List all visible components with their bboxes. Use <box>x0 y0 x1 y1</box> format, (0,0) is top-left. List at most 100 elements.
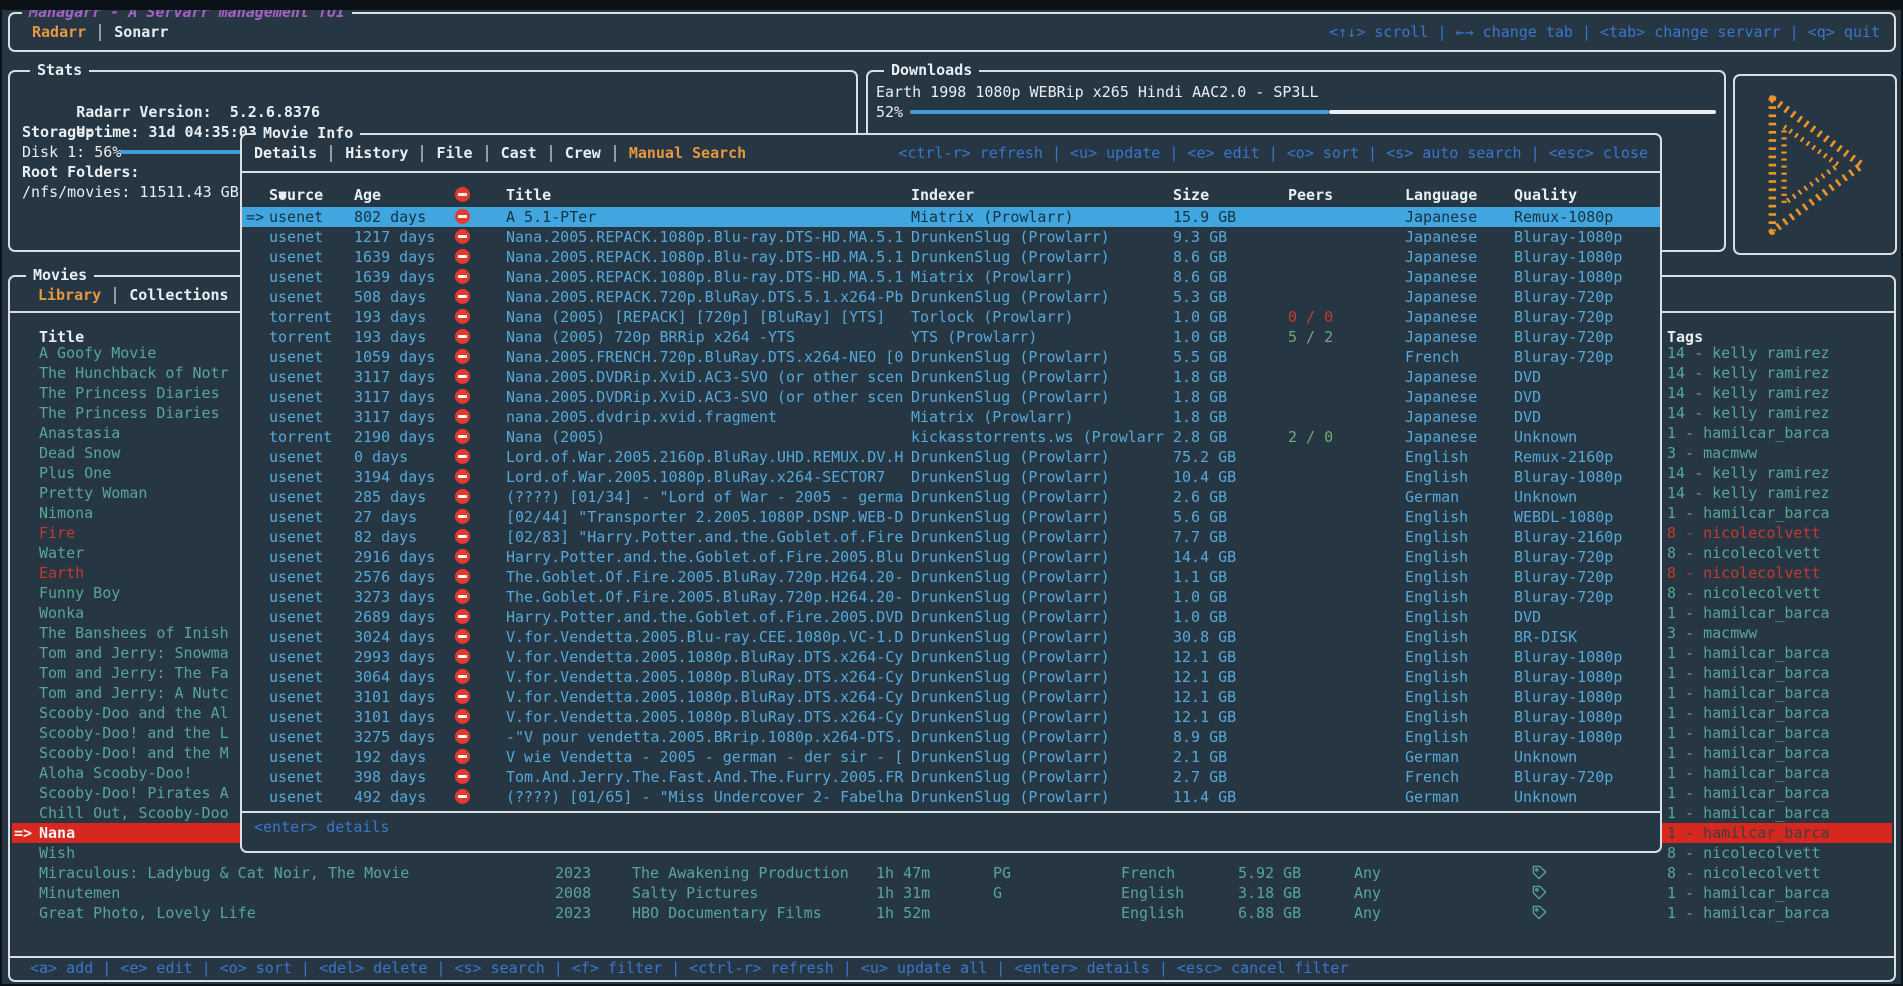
result-title: [02/44] "Transporter 2.2005.1080P.DSNP.W… <box>506 507 908 527</box>
result-quality: DVD <box>1514 367 1541 387</box>
search-result-row[interactable]: usenet3101 daysV.for.Vendetta.2005.1080p… <box>242 687 1660 707</box>
search-result-row[interactable]: usenet3117 daysNana.2005.DVDRip.XviD.AC3… <box>242 367 1660 387</box>
movies-tab-library[interactable]: Library <box>38 285 101 305</box>
search-result-row[interactable]: usenet1059 daysNana.2005.FRENCH.720p.Blu… <box>242 347 1660 367</box>
movie-year: 2008 <box>555 883 591 903</box>
search-result-row[interactable]: torrent193 daysNana (2005) 720p BRRip x2… <box>242 327 1660 347</box>
result-age: 2993 days <box>354 647 435 667</box>
result-language: Japanese <box>1405 267 1477 287</box>
result-source: usenet <box>269 247 323 267</box>
search-result-row[interactable]: usenet0 daysLord.of.War.2005.2160p.BluRa… <box>242 447 1660 467</box>
search-result-row[interactable]: usenet508 daysNana.2005.REPACK.720p.BluR… <box>242 287 1660 307</box>
result-age: 1217 days <box>354 227 435 247</box>
search-result-row[interactable]: usenet398 daysTom.And.Jerry.The.Fast.And… <box>242 767 1660 787</box>
rejected-icon <box>455 669 470 684</box>
movie-info-tab-manual-search[interactable]: Manual Search <box>629 143 746 163</box>
library-movie-row[interactable]: Miraculous: Ladybug & Cat Noir, The Movi… <box>12 863 1892 883</box>
result-size: 2.7 GB <box>1173 767 1227 787</box>
search-result-row[interactable]: usenet1217 daysNana.2005.REPACK.1080p.Bl… <box>242 227 1660 247</box>
column-header-source[interactable]: Source ▼ <box>269 185 278 205</box>
library-movie-row[interactable]: Great Photo, Lovely Life2023HBO Document… <box>12 903 1892 923</box>
result-indexer: DrunkenSlug (Prowlarr) <box>911 367 1169 387</box>
result-source: usenet <box>269 407 323 427</box>
search-result-row[interactable]: usenet27 days[02/44] "Transporter 2.2005… <box>242 507 1660 527</box>
search-result-row[interactable]: usenet2689 daysHarry.Potter.and.the.Gobl… <box>242 607 1660 627</box>
movie-info-tab-crew[interactable]: Crew <box>565 143 601 163</box>
search-result-row[interactable]: usenet2576 daysThe.Goblet.Of.Fire.2005.B… <box>242 567 1660 587</box>
column-header-quality[interactable]: Quality <box>1514 185 1577 205</box>
search-result-row[interactable]: =>usenet802 daysA 5.1-PTerMiatrix (Prowl… <box>242 207 1660 227</box>
result-quality: Bluray-720p <box>1514 767 1613 787</box>
rejected-icon <box>455 349 470 364</box>
movie-tag: 8 - nicolecolvett <box>1667 583 1889 603</box>
movie-certification: G <box>993 883 1002 903</box>
search-result-row[interactable]: usenet3117 daysnana.2005.dvdrip.xvid.fra… <box>242 407 1660 427</box>
column-header-peers[interactable]: Peers <box>1288 185 1333 205</box>
column-header-indexer[interactable]: Indexer <box>911 185 974 205</box>
search-result-row[interactable]: usenet3024 daysV.for.Vendetta.2005.Blu-r… <box>242 627 1660 647</box>
search-result-row[interactable]: usenet3064 daysV.for.Vendetta.2005.1080p… <box>242 667 1660 687</box>
search-result-row[interactable]: usenet3101 daysV.for.Vendetta.2005.1080p… <box>242 707 1660 727</box>
result-source: usenet <box>269 227 323 247</box>
result-quality: Remux-2160p <box>1514 447 1613 467</box>
movie-info-tab-file[interactable]: File <box>436 143 472 163</box>
search-result-row[interactable]: usenet82 days[02/83] "Harry.Potter.and.t… <box>242 527 1660 547</box>
result-title: Nana.2005.REPACK.1080p.Blu-ray.DTS-HD.MA… <box>506 267 908 287</box>
root-folders-label: Root Folders: <box>22 162 139 182</box>
search-result-row[interactable]: usenet2993 daysV.for.Vendetta.2005.1080p… <box>242 647 1660 667</box>
library-movie-row[interactable]: Minutemen2008Salty Pictures1h 31mGEnglis… <box>12 883 1892 903</box>
result-indexer: DrunkenSlug (Prowlarr) <box>911 647 1169 667</box>
result-size: 12.1 GB <box>1173 687 1236 707</box>
search-result-row[interactable]: usenet192 daysV wie Vendetta - 2005 - ge… <box>242 747 1660 767</box>
search-result-row[interactable]: usenet2916 daysHarry.Potter.and.the.Gobl… <box>242 547 1660 567</box>
movie-tag: 1 - hamilcar_barca <box>1667 683 1889 703</box>
result-size: 1.1 GB <box>1173 567 1227 587</box>
logo-panel <box>1733 74 1897 255</box>
search-result-row[interactable]: torrent193 daysNana (2005) [REPACK] [720… <box>242 307 1660 327</box>
search-result-row[interactable]: usenet492 days(????) [01/65] - "Miss Und… <box>242 787 1660 807</box>
movie-info-tab-cast[interactable]: Cast <box>501 143 537 163</box>
rejected-icon <box>455 329 470 344</box>
column-header-age[interactable]: Age <box>354 185 381 205</box>
movies-tab-collections[interactable]: Collections <box>129 285 228 305</box>
result-language: English <box>1405 627 1468 647</box>
result-indexer: DrunkenSlug (Prowlarr) <box>911 547 1169 567</box>
result-quality: Bluray-720p <box>1514 327 1613 347</box>
rejected-icon <box>455 709 470 724</box>
result-peers: 5 / 2 <box>1288 327 1333 347</box>
column-header-language[interactable]: Language <box>1405 185 1477 205</box>
movie-info-tab-history[interactable]: History <box>345 143 408 163</box>
servarr-tab-sonarr[interactable]: Sonarr <box>114 22 168 42</box>
movie-info-tab-details[interactable]: Details <box>254 143 317 163</box>
search-result-row[interactable]: usenet1639 daysNana.2005.REPACK.1080p.Bl… <box>242 247 1660 267</box>
rejected-icon <box>455 309 470 324</box>
result-language: English <box>1405 647 1468 667</box>
result-title: (????) [01/34] - "Lord of War - 2005 - g… <box>506 487 908 507</box>
result-age: 1639 days <box>354 247 435 267</box>
search-result-row[interactable]: usenet3194 daysLord.of.War.2005.1080p.Bl… <box>242 467 1660 487</box>
search-result-row[interactable]: usenet3273 daysThe.Goblet.Of.Fire.2005.B… <box>242 587 1660 607</box>
result-language: Japanese <box>1405 387 1477 407</box>
tab-separator <box>614 145 616 162</box>
search-result-row[interactable]: usenet285 days(????) [01/34] - "Lord of … <box>242 487 1660 507</box>
movie-tag: 1 - hamilcar_barca <box>1667 823 1889 843</box>
movie-year: 2023 <box>555 863 591 883</box>
search-result-row[interactable]: torrent2190 daysNana (2005)kickasstorren… <box>242 427 1660 447</box>
search-result-row[interactable]: usenet3117 daysNana.2005.DVDRip.XviD.AC3… <box>242 387 1660 407</box>
movie-year: 2023 <box>555 903 591 923</box>
result-indexer: DrunkenSlug (Prowlarr) <box>911 247 1169 267</box>
column-header-title[interactable]: Title <box>506 185 551 205</box>
result-age: 3101 days <box>354 687 435 707</box>
movie-certification: PG <box>993 863 1011 883</box>
movie-tag: 1 - hamilcar_barca <box>1667 883 1889 903</box>
search-result-row[interactable]: usenet3275 days-"V pour vendetta.2005.BR… <box>242 727 1660 747</box>
movie-tag: 14 - kelly ramirez <box>1667 383 1889 403</box>
result-age: 3101 days <box>354 707 435 727</box>
servarr-tab-radarr[interactable]: Radarr <box>32 22 86 42</box>
column-header-size[interactable]: Size <box>1173 185 1209 205</box>
rejected-icon <box>455 689 470 704</box>
result-size: 5.3 GB <box>1173 287 1227 307</box>
search-result-row[interactable]: usenet1639 daysNana.2005.REPACK.1080p.Bl… <box>242 267 1660 287</box>
result-size: 30.8 GB <box>1173 627 1236 647</box>
result-title: Nana.2005.DVDRip.XviD.AC3-SVO (or other … <box>506 387 908 407</box>
